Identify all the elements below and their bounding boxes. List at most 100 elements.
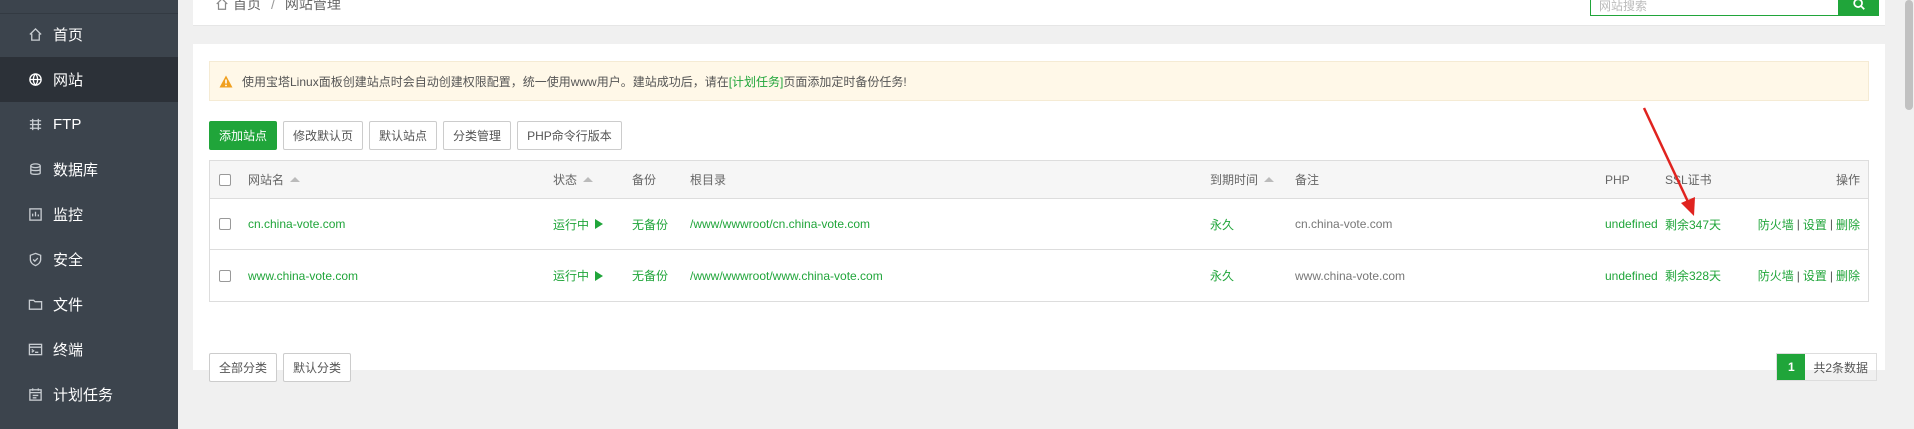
alert-text: 使用宝塔Linux面板创建站点时会自动创建权限配置，统一使用www用户。建站成功… [242, 74, 729, 89]
header-root: 根目录 [690, 173, 727, 187]
header-backup: 备份 [632, 173, 657, 187]
breadcrumb: 首页 / 网站管理 [215, 0, 341, 14]
ssl-status[interactable]: 剩余347天 [1665, 199, 1721, 249]
all-categories-button[interactable]: 全部分类 [209, 353, 278, 382]
home-icon[interactable] [215, 0, 229, 11]
header-expire[interactable]: 到期时间 [1210, 161, 1275, 198]
select-all-checkbox[interactable] [219, 173, 231, 186]
php-cli-version-button[interactable]: PHP命令行版本 [517, 121, 622, 150]
add-site-button[interactable]: 添加站点 [209, 121, 278, 150]
terminal-icon [27, 342, 43, 358]
ftp-icon [27, 117, 43, 133]
table-row: cn.china-vote.com 运行中 无备份 /www/wwwroot/c… [210, 199, 1868, 250]
header-status[interactable]: 状态 [553, 161, 594, 198]
page-button[interactable]: 1 [1777, 354, 1806, 380]
header-note: 备注 [1295, 173, 1320, 187]
sidebar-item-label: 数据库 [53, 162, 99, 179]
info-alert: 使用宝塔Linux面板创建站点时会自动创建权限配置，统一使用www用户。建站成功… [209, 61, 1869, 101]
monitor-icon [27, 207, 43, 223]
row-actions: 防火墙 | 设置 | 删除 [1757, 216, 1860, 233]
alert-text-end: 页面添加定时备份任务! [783, 74, 907, 89]
backup-link[interactable]: 无备份 [632, 250, 668, 301]
category-filter: 全部分类 默认分类 [209, 353, 357, 382]
settings-link[interactable]: 设置 [1803, 267, 1827, 284]
calendar-icon [27, 387, 43, 403]
site-name-link[interactable]: cn.china-vote.com [248, 199, 345, 249]
default-site-button[interactable]: 默认站点 [369, 121, 438, 150]
root-path-link[interactable]: /www/wwwroot/cn.china-vote.com [690, 199, 870, 249]
header-ops: 操作 [1835, 173, 1860, 187]
site-name-link[interactable]: www.china-vote.com [248, 250, 358, 301]
firewall-link[interactable]: 防火墙 [1758, 267, 1794, 284]
sort-icon [290, 177, 301, 182]
site-status[interactable]: 运行中 [553, 199, 604, 249]
firewall-link[interactable]: 防火墙 [1758, 216, 1794, 233]
sidebar-item-label: 终端 [53, 342, 84, 359]
home-icon [27, 27, 43, 43]
sidebar-item-website[interactable]: 网站 [0, 57, 178, 102]
root-path-link[interactable]: /www/wwwroot/www.china-vote.com [690, 250, 883, 301]
table-header: 网站名 状态 备份 根目录 到期时间 备注 PHP SSL证书 操作 [210, 161, 1868, 199]
expire-value[interactable]: 永久 [1210, 250, 1234, 301]
site-status[interactable]: 运行中 [553, 250, 604, 301]
row-checkbox[interactable] [219, 269, 231, 282]
sort-icon [583, 177, 594, 182]
database-icon [27, 162, 43, 178]
breadcrumb-separator: / [271, 0, 275, 12]
sidebar-item-security[interactable]: 安全 [0, 237, 178, 282]
scrollbar[interactable] [1904, 0, 1914, 429]
row-checkbox[interactable] [219, 218, 231, 230]
sidebar-item-files[interactable]: 文件 [0, 282, 178, 327]
header-name[interactable]: 网站名 [248, 161, 301, 198]
total-count: 共2条数据 [1813, 360, 1868, 375]
sidebar-item-terminal[interactable]: 终端 [0, 327, 178, 372]
shield-icon [27, 252, 43, 268]
topbar: 首页 / 网站管理 网站搜索 [193, 0, 1885, 26]
scrollbar-thumb[interactable] [1905, 0, 1913, 110]
site-note[interactable]: cn.china-vote.com [1295, 199, 1392, 249]
delete-link[interactable]: 删除 [1836, 267, 1860, 284]
edit-default-page-button[interactable]: 修改默认页 [283, 121, 364, 150]
sidebar-item-label: 网站 [53, 72, 84, 89]
default-category-button[interactable]: 默认分类 [283, 353, 352, 382]
cron-link[interactable]: [计划任务] [729, 73, 784, 90]
search-icon [1853, 0, 1865, 10]
php-version[interactable]: undefined [1605, 216, 1658, 232]
header-php: PHP [1605, 172, 1630, 187]
main-panel: 使用宝塔Linux面板创建站点时会自动创建权限配置，统一使用www用户。建站成功… [193, 44, 1885, 382]
backup-link[interactable]: 无备份 [632, 199, 668, 249]
sidebar-item-label: 计划任务 [53, 387, 114, 404]
breadcrumb-home[interactable]: 首页 [233, 0, 261, 14]
sidebar-item-database[interactable]: 数据库 [0, 147, 178, 192]
folder-icon [27, 297, 43, 313]
play-icon [595, 270, 604, 281]
globe-icon [27, 72, 43, 88]
sidebar: 首页 网站 FTP 数据库 监控 安全 文件 终端 计划任务 [0, 0, 178, 429]
php-version[interactable]: undefined [1605, 268, 1658, 284]
sidebar-item-label: 监控 [53, 207, 84, 224]
warning-icon [219, 75, 233, 87]
ssl-status[interactable]: 剩余328天 [1665, 250, 1721, 301]
sidebar-item-label: 文件 [53, 297, 84, 314]
sites-table: 网站名 状态 备份 根目录 到期时间 备注 PHP SSL证书 操作 cn.ch… [209, 160, 1869, 302]
category-manage-button[interactable]: 分类管理 [443, 121, 512, 150]
sidebar-item-label: FTP [53, 116, 82, 133]
search-input[interactable]: 网站搜索 [1590, 0, 1839, 16]
search-button[interactable] [1839, 0, 1879, 16]
sidebar-item-monitor[interactable]: 监控 [0, 192, 178, 237]
row-actions: 防火墙 | 设置 | 删除 [1757, 267, 1860, 284]
site-note[interactable]: www.china-vote.com [1295, 250, 1405, 301]
sidebar-item-cron[interactable]: 计划任务 [0, 372, 178, 417]
sidebar-item-home[interactable]: 首页 [0, 12, 178, 57]
sidebar-item-label: 首页 [53, 27, 84, 44]
delete-link[interactable]: 删除 [1836, 216, 1860, 233]
settings-link[interactable]: 设置 [1803, 216, 1827, 233]
sidebar-item-ftp[interactable]: FTP [0, 102, 178, 147]
pagination: 1 共2条数据 [1776, 353, 1877, 381]
sort-icon [1264, 177, 1275, 182]
expire-value[interactable]: 永久 [1210, 199, 1234, 249]
toolbar: 添加站点 修改默认页 默认站点 分类管理 PHP命令行版本 [209, 121, 628, 150]
sidebar-item-label: 安全 [53, 252, 84, 269]
table-row: www.china-vote.com 运行中 无备份 /www/wwwroot/… [210, 250, 1868, 301]
play-icon [595, 219, 604, 229]
